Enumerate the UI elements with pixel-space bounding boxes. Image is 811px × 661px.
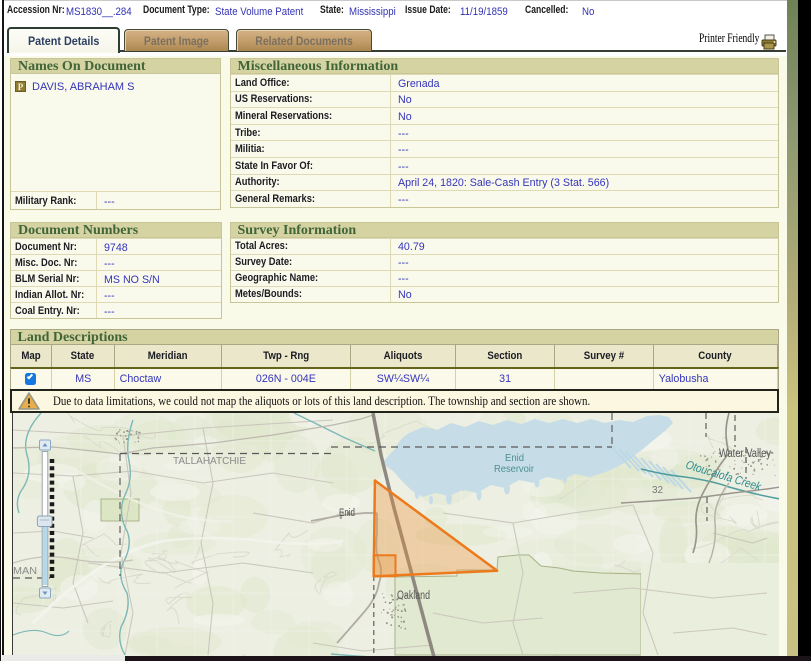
svg-text:Reservoir: Reservoir [494,464,535,475]
svg-text:Water Valley: Water Valley [719,448,771,460]
svg-text:MAN: MAN [13,566,37,577]
svg-text:Oakland: Oakland [397,590,430,602]
svg-text:Enid: Enid [505,453,524,464]
svg-text:32: 32 [652,485,664,496]
svg-text:Enid: Enid [339,507,355,519]
svg-text:TALLAHATCHIE: TALLAHATCHIE [173,456,246,467]
